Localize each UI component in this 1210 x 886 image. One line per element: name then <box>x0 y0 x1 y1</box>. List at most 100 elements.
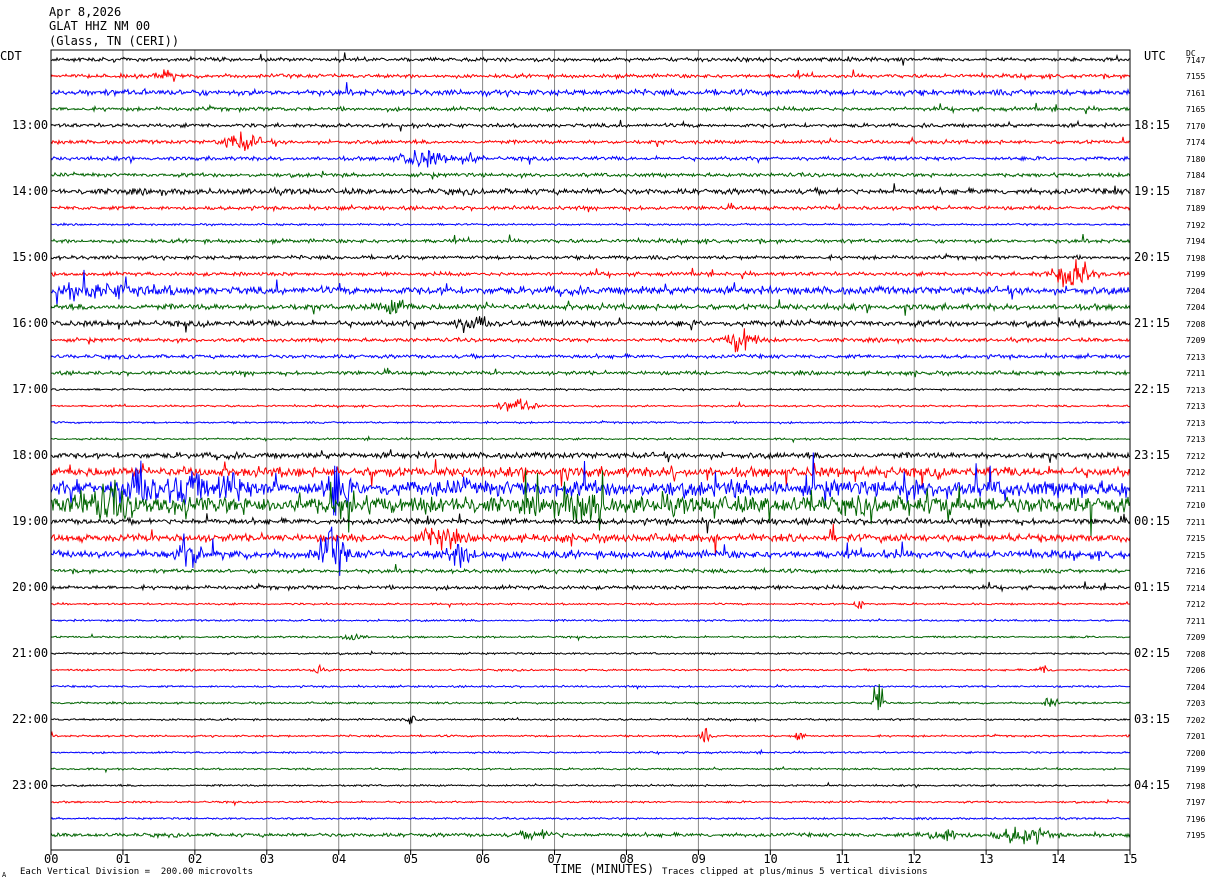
dc-offset-25: 7212 <box>1186 468 1206 477</box>
trace-16 <box>50 316 1131 333</box>
dc-offset-9: 7189 <box>1186 204 1206 213</box>
dc-offset-40: 7202 <box>1186 715 1206 725</box>
dc-offset-6: 7180 <box>1186 154 1206 164</box>
dc-offset-31: 7216 <box>1186 567 1206 576</box>
dc-offset-45: 7197 <box>1186 798 1206 807</box>
date-label: Apr 8,2026 <box>49 5 122 19</box>
dc-offset-22: 7213 <box>1186 418 1206 428</box>
dc-offset-43: 7199 <box>1186 765 1206 774</box>
x-tick-label-13: 13 <box>979 852 994 866</box>
dc-offset-21: 7213 <box>1186 402 1206 411</box>
dc-offset-33: 7212 <box>1186 600 1206 609</box>
x-tick-label-09: 09 <box>691 852 706 866</box>
trace-7 <box>51 170 1131 180</box>
utc-hour-label-20:15: 20:15 <box>1134 249 1171 264</box>
trace-27 <box>50 470 1131 537</box>
trace-47 <box>50 826 1131 845</box>
dc-offset-0: 7147 <box>1186 55 1206 65</box>
x-tick-label-10: 10 <box>763 852 778 866</box>
dc-offset-8: 7187 <box>1186 187 1206 197</box>
trace-20 <box>50 387 1131 392</box>
cdt-hour-label-14:00: 14:00 <box>12 183 49 198</box>
trace-22 <box>50 419 1131 425</box>
trace-35 <box>50 632 1131 642</box>
dc-offset-2: 7161 <box>1186 88 1206 98</box>
x-tick-label-15: 15 <box>1123 852 1138 866</box>
dc-offset-5: 7174 <box>1186 138 1206 147</box>
trace-39 <box>50 683 1131 711</box>
trace-15 <box>50 299 1131 316</box>
dc-offset-19: 7211 <box>1186 369 1206 378</box>
dc-offset-37: 7206 <box>1186 666 1206 675</box>
trace-33 <box>50 600 1131 610</box>
cdt-hour-label-18:00: 18:00 <box>12 447 49 462</box>
trace-17 <box>50 328 1131 353</box>
utc-hour-label-18:15: 18:15 <box>1134 117 1171 132</box>
trace-32 <box>50 581 1131 593</box>
dc-offset-29: 7215 <box>1186 534 1206 543</box>
trace-12 <box>50 252 1131 262</box>
trace-30 <box>50 526 1131 576</box>
x-tick-label-01: 01 <box>115 852 131 866</box>
dc-offset-32: 7214 <box>1186 583 1206 593</box>
plot-frame <box>50 49 1131 851</box>
x-tick-label-12: 12 <box>907 852 922 866</box>
dc-offset-12: 7198 <box>1186 253 1206 263</box>
dc-offset-36: 7208 <box>1186 649 1206 659</box>
utc-hour-label-02:15: 02:15 <box>1134 645 1171 660</box>
x-tick-label-02: 02 <box>187 852 203 866</box>
dc-offset-47: 7195 <box>1186 831 1206 840</box>
trace-41 <box>50 727 1131 743</box>
trace-38 <box>50 683 1131 690</box>
dc-offset-34: 7211 <box>1186 616 1206 626</box>
x-tick-label-04: 04 <box>331 852 347 866</box>
trace-24 <box>50 449 1131 463</box>
cdt-hour-label-22:00: 22:00 <box>12 711 49 726</box>
dc-offset-20: 7213 <box>1186 385 1206 395</box>
trace-0 <box>51 52 1131 66</box>
trace-34 <box>50 617 1131 623</box>
cdt-hour-label-15:00: 15:00 <box>12 249 49 264</box>
seismic-traces <box>50 52 1131 845</box>
dc-offset-28: 7211 <box>1186 517 1206 527</box>
cdt-hour-label-23:00: 23:00 <box>12 777 49 792</box>
cdt-hour-label-17:00: 17:00 <box>12 381 49 396</box>
dc-offset-14: 7204 <box>1186 286 1206 296</box>
cdt-hour-label-19:00: 19:00 <box>12 513 49 528</box>
trace-5 <box>50 131 1131 152</box>
scale-note: Each Vertical Division = 200.00 microvol… <box>20 867 253 877</box>
dc-offset-46: 7196 <box>1186 814 1206 824</box>
dc-offset-18: 7213 <box>1186 352 1206 362</box>
trace-3 <box>50 102 1131 115</box>
left-timezone-label: CDT <box>0 49 22 63</box>
plot-border <box>50 49 1131 851</box>
dc-offset-13: 7199 <box>1186 270 1206 279</box>
utc-hour-label-04:15: 04:15 <box>1134 777 1171 792</box>
utc-hour-label-19:15: 19:15 <box>1134 183 1171 198</box>
trace-1 <box>50 69 1131 82</box>
x-tick-label-08: 08 <box>619 852 634 866</box>
trace-46 <box>50 816 1131 821</box>
trace-42 <box>50 748 1131 756</box>
trace-44 <box>50 781 1131 789</box>
dc-offset-41: 7201 <box>1186 732 1206 741</box>
cdt-hour-label-16:00: 16:00 <box>12 315 49 330</box>
trace-2 <box>50 82 1131 98</box>
station-label: GLAT HHZ NM 00 <box>49 19 151 33</box>
dc-offset-44: 7198 <box>1186 781 1206 791</box>
trace-6 <box>50 149 1131 168</box>
dc-offset-10: 7192 <box>1186 220 1206 230</box>
dc-offset-11: 7194 <box>1186 237 1206 246</box>
trace-19 <box>50 367 1131 378</box>
corner-mark: A <box>2 871 7 879</box>
dc-offset-26: 7211 <box>1186 484 1206 494</box>
x-tick-label-05: 05 <box>403 852 419 866</box>
x-axis-title: TIME (MINUTES) <box>553 862 655 876</box>
x-tick-label-11: 11 <box>835 852 850 866</box>
cdt-hour-label-20:00: 20:00 <box>12 579 49 594</box>
location-label: (Glass, TN (CERI)) <box>49 34 180 48</box>
x-axis-ticks <box>50 850 1131 855</box>
dc-offset-1: 7155 <box>1186 72 1206 81</box>
clip-note: Traces clipped at plus/minus 5 vertical … <box>662 867 928 877</box>
trace-45 <box>50 798 1131 807</box>
